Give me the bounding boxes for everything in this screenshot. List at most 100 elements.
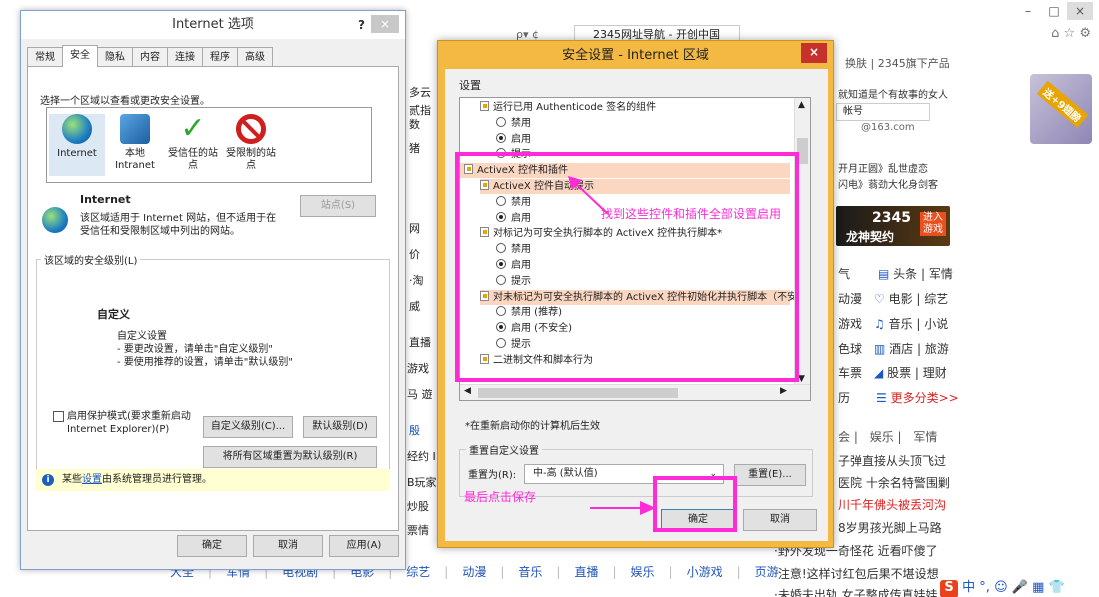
zone-internet[interactable]: Internet: [49, 114, 105, 176]
horizontal-scrollbar[interactable]: ◀ ▶: [460, 384, 810, 400]
intranet-icon: [120, 114, 150, 144]
reset-button[interactable]: 重置(E)...: [734, 464, 806, 486]
news-tabs[interactable]: 会 | 娱乐 | 军情: [838, 428, 937, 445]
close-browser-button[interactable]: ×: [1067, 2, 1093, 20]
news-line-1[interactable]: 开月正圆》乱世虚恋: [838, 160, 928, 175]
header-links[interactable]: 换肤 | 2345旗下产品: [845, 55, 950, 71]
checkbox[interactable]: [53, 411, 64, 422]
category-row-3[interactable]: 游戏 ♫ 音乐 | 小说: [838, 315, 948, 332]
nav-separator: |: [444, 565, 449, 579]
settings-radio-option[interactable]: 禁用: [496, 116, 531, 131]
category-row-2[interactable]: 动漫 ♡ 电影 | 综艺: [838, 290, 948, 307]
radio-button[interactable]: [496, 116, 506, 127]
annotation-arrow-right: [590, 501, 656, 515]
keyboard-icon: ▦: [1032, 580, 1045, 595]
tab-content[interactable]: 内容: [132, 47, 168, 67]
ad-text[interactable]: 就知道是个有故事的女人: [838, 86, 948, 101]
internet-options-dialog: Internet 选项 ? × 常规 安全 隐私 内容 连接 程序 高级 选择一…: [20, 10, 406, 570]
tab-connections[interactable]: 连接: [167, 47, 203, 67]
security-level-label: 该区域的安全级别(L): [41, 252, 141, 267]
toolbar-icons[interactable]: ⌂ ☆ ⚙: [1051, 26, 1091, 41]
sogou-ime-icon[interactable]: S: [940, 580, 958, 597]
bottom-nav-link[interactable]: 小游戏: [687, 565, 723, 579]
reset-to-label: 重置为(R):: [468, 470, 517, 481]
tab-bar: 常规 安全 隐私 内容 连接 程序 高级: [27, 45, 273, 67]
security-panel: 选择一个区域以查看或更改安全设置。 Internet 本地 Intranet ✓…: [27, 66, 399, 531]
scroll-down-icon[interactable]: ▼: [798, 374, 805, 384]
globe-icon: [62, 114, 92, 144]
system-tray[interactable]: S 中 °, ☺ 🎤 ▦ 👕: [940, 576, 1065, 597]
dialog-titlebar: Internet 选项 ? ×: [21, 11, 405, 39]
check-icon: ✓: [180, 111, 206, 146]
ok-button[interactable]: 确定: [177, 535, 247, 557]
security-cancel-button[interactable]: 取消: [743, 509, 817, 531]
bottom-nav-link[interactable]: 综艺: [406, 565, 430, 579]
page-left-fragments: 多云 贰指数 猪 网 价 ·淘 威 直播 游戏 马 遊 殷 经约 I B玩家 炒…: [407, 86, 437, 537]
tab-privacy[interactable]: 隐私: [97, 47, 133, 67]
news-line-2[interactable]: 闪电》蓊劲大化身剑客: [838, 176, 938, 191]
reset-all-zones-button[interactable]: 将所有区域重置为默认级别(R): [203, 446, 377, 468]
custom-level-button[interactable]: 自定义级别(C)...: [203, 416, 293, 438]
close-button[interactable]: ×: [371, 15, 399, 33]
zone-heading: Internet: [80, 193, 131, 206]
footer-news-3[interactable]: ·未婚夫出轨 女子整成传真娃娃: [774, 586, 938, 597]
tab-advanced[interactable]: 高级: [237, 47, 273, 67]
minimize-button[interactable]: –: [1015, 2, 1041, 20]
zone-local-intranet[interactable]: 本地 Intranet: [107, 114, 163, 172]
nav-separator: |: [612, 565, 617, 579]
annotation-save: 最后点击保存: [464, 490, 537, 504]
custom-description: 自定义设置 - 要更改设置，请单击"自定义级别" - 要使用推荐的设置，请单击"…: [117, 331, 293, 368]
apply-button[interactable]: 应用(A): [329, 535, 399, 557]
annotation-ok-highlight: [653, 476, 737, 532]
sites-button[interactable]: 站点(S): [300, 195, 376, 217]
news-item-3[interactable]: 川千年佛头被丢河沟: [838, 496, 946, 513]
category-row-6[interactable]: 历 ☰ 更多分类>>: [838, 389, 959, 406]
category-row-5[interactable]: 车票 ◢ 股票 | 理财: [838, 364, 947, 381]
info-icon: i: [42, 474, 54, 486]
zone-description: 该区域适用于 Internet 网站，但不适用于在受信任和受限制区域中列出的网站…: [80, 213, 277, 237]
help-button[interactable]: ?: [358, 11, 365, 39]
window-controls: – □ ×: [1015, 2, 1093, 20]
custom-title: 自定义: [97, 308, 130, 321]
tab-security[interactable]: 安全: [62, 45, 98, 67]
security-dialog-title: 安全设置 - Internet 区域: [562, 48, 709, 63]
settings-link[interactable]: 设置: [82, 474, 102, 485]
protected-mode-checkbox[interactable]: 启用保护模式(要求重新启动 Internet Explorer)(P): [53, 410, 193, 436]
promo-image[interactable]: 送+9翅膀: [1030, 74, 1092, 144]
news-item-4[interactable]: 8岁男孩光脚上马路: [838, 519, 942, 536]
annotation-enable-all: 找到这些控件和插件全部设置启用: [601, 207, 782, 221]
category-row-1[interactable]: 气 ▤ 头条 | 军情: [838, 265, 953, 282]
restricted-icon: [236, 114, 266, 144]
annotation-highlight-box: [455, 152, 799, 382]
bottom-nav-link[interactable]: 页游: [755, 565, 779, 579]
game-banner[interactable]: 2345 龙神契约 进入游戏: [836, 206, 950, 246]
security-close-button[interactable]: ×: [801, 43, 827, 63]
news-item-1[interactable]: 子弹直接从头顶飞过: [838, 452, 946, 469]
settings-radio-option[interactable]: 启用: [496, 132, 531, 147]
reset-group-label: 重置自定义设置: [466, 442, 542, 457]
zone-trusted-sites[interactable]: ✓ 受信任的站点: [165, 114, 221, 172]
category-row-4[interactable]: 色球 ▥ 酒店 | 旅游: [838, 340, 949, 357]
zone-globe-icon: [42, 207, 68, 233]
cancel-button[interactable]: 取消: [253, 535, 323, 557]
zone-restricted-sites[interactable]: 受限制的站点: [223, 114, 279, 172]
select-zone-label: 选择一个区域以查看或更改安全设置。: [40, 96, 210, 107]
news-item-2[interactable]: 医院 十余名特警围剿: [838, 474, 950, 491]
promo-badge: 送+9翅膀: [1036, 80, 1089, 129]
tab-programs[interactable]: 程序: [202, 47, 238, 67]
footer-news-2[interactable]: ·注意!这样讨红包后果不堪设想: [774, 565, 939, 582]
tab-general[interactable]: 常规: [27, 47, 63, 67]
scroll-right-icon[interactable]: ▶: [780, 386, 787, 396]
settings-item[interactable]: 运行已用 Authenticode 签名的组件: [480, 100, 656, 115]
login-account-field[interactable]: 帐号@163.com: [836, 103, 930, 133]
default-level-button[interactable]: 默认级别(D): [303, 416, 377, 438]
scroll-left-icon[interactable]: ◀: [464, 386, 471, 396]
maximize-button[interactable]: □: [1041, 2, 1067, 20]
bottom-nav-link[interactable]: 动漫: [462, 565, 486, 579]
scroll-up-icon[interactable]: ▲: [798, 100, 805, 110]
radio-button[interactable]: [496, 132, 506, 143]
bottom-nav-link[interactable]: 音乐: [518, 565, 542, 579]
hscroll-thumb[interactable]: [478, 388, 678, 398]
bottom-nav-link[interactable]: 娱乐: [631, 565, 655, 579]
bottom-nav-link[interactable]: 直播: [574, 565, 598, 579]
